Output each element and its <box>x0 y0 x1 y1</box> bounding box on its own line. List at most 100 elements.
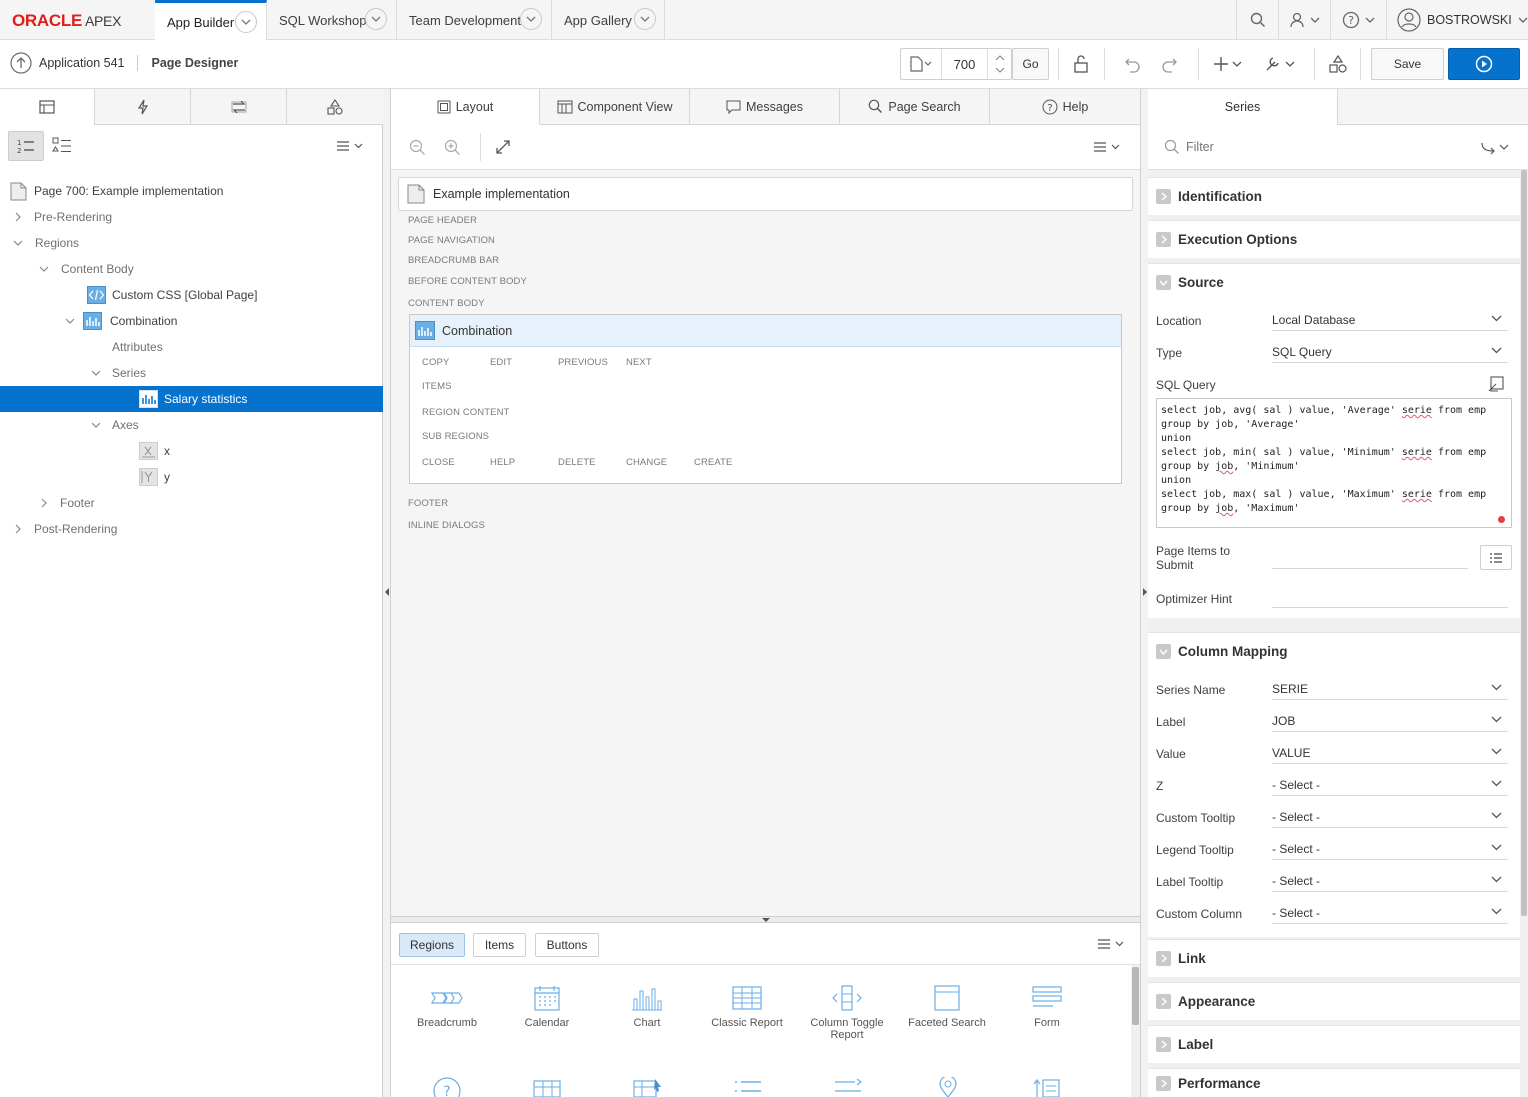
chevron-down-icon[interactable] <box>365 8 387 30</box>
page-items-input[interactable] <box>1272 549 1468 569</box>
gallery-tab-items[interactable]: Items <box>473 933 526 957</box>
region-position-create[interactable]: CREATE <box>694 457 732 468</box>
scrollbar-thumb[interactable] <box>1521 170 1527 916</box>
optimizer-hint-input[interactable] <box>1272 588 1508 608</box>
rendering-tab-icon[interactable] <box>0 89 95 125</box>
chevron-down-icon[interactable] <box>520 8 542 30</box>
value-mapping-select[interactable]: VALUE <box>1272 744 1508 764</box>
tree-node-post-rendering[interactable]: Post-Rendering <box>0 516 383 542</box>
zoom-in-icon[interactable] <box>444 139 461 156</box>
page-number-stepper[interactable] <box>987 49 1012 79</box>
tree-node-combination[interactable]: Combination <box>0 308 383 334</box>
tree-node-content-body[interactable]: Content Body <box>0 256 383 282</box>
region-position-items[interactable]: ITEMS <box>422 381 452 392</box>
utilities-wrench-icon[interactable] <box>1264 54 1298 74</box>
search-icon[interactable] <box>1236 0 1278 40</box>
reflow-report-icon[interactable] <box>1033 1077 1061 1097</box>
tree-view-button[interactable]: 12 <box>8 131 44 161</box>
chevron-right-icon[interactable] <box>1156 994 1171 1009</box>
custom-tooltip-select[interactable]: - Select - <box>1272 808 1508 828</box>
chevron-right-icon[interactable] <box>1156 189 1171 204</box>
label-tooltip-select[interactable]: - Select - <box>1272 872 1508 892</box>
tree-node-axis-x[interactable]: x <box>0 438 383 464</box>
gallery-item-chart[interactable]: Chart <box>597 985 697 1029</box>
tree-node-page[interactable]: Page 700: Example implementation <box>0 178 383 204</box>
list-icon[interactable] <box>733 1079 763 1097</box>
section-link[interactable]: Link <box>1148 939 1520 977</box>
section-performance[interactable]: Performance <box>1148 1068 1520 1097</box>
page-items-list-button[interactable] <box>1480 545 1512 570</box>
save-button[interactable]: Save <box>1371 48 1444 80</box>
processing-tab-icon[interactable] <box>191 89 287 125</box>
section-source[interactable]: Source <box>1148 263 1520 301</box>
dynamic-actions-tab-icon[interactable] <box>95 89 191 125</box>
region-position-region-content[interactable]: REGION CONTENT <box>422 407 509 418</box>
chevron-down-icon[interactable] <box>634 8 656 30</box>
layout-breadcrumb-bar[interactable]: BREADCRUMB BAR <box>408 255 499 266</box>
z-mapping-select[interactable]: - Select - <box>1272 776 1508 796</box>
chevron-down-icon[interactable] <box>13 239 23 247</box>
layout-inline-dialogs[interactable]: INLINE DIALOGS <box>408 520 485 531</box>
region-position-edit[interactable]: EDIT <box>490 357 512 368</box>
gallery-item-classic-report[interactable]: Classic Report <box>697 985 797 1029</box>
chevron-down-icon[interactable] <box>1156 275 1171 290</box>
admin-user-icon[interactable] <box>1278 0 1330 40</box>
chevron-down-icon[interactable] <box>235 11 257 33</box>
layout-content-body[interactable]: CONTENT BODY <box>408 298 485 309</box>
map-pin-icon[interactable] <box>937 1077 959 1097</box>
chevron-down-icon[interactable] <box>65 317 75 325</box>
go-to-group-icon[interactable] <box>1480 141 1512 155</box>
zoom-out-icon[interactable] <box>409 139 426 156</box>
nav-tab-app-builder[interactable]: App Builder <box>155 0 267 41</box>
type-select[interactable]: SQL Query <box>1272 343 1508 363</box>
scrollbar-thumb[interactable] <box>1132 967 1139 1025</box>
go-button[interactable]: Go <box>1012 48 1049 80</box>
chevron-right-icon[interactable] <box>14 212 22 222</box>
chevron-right-icon[interactable] <box>1156 1037 1171 1052</box>
region-position-close[interactable]: CLOSE <box>422 457 455 468</box>
hamburger-menu-icon[interactable] <box>336 140 364 152</box>
page-box[interactable]: Example implementation <box>398 177 1133 211</box>
region-position-copy[interactable]: COPY <box>422 357 449 368</box>
region-position-change[interactable]: CHANGE <box>626 457 667 468</box>
tree-node-attributes[interactable]: Attributes <box>0 334 383 360</box>
help-menu-icon[interactable]: ? <box>1330 0 1386 40</box>
chevron-right-icon[interactable] <box>1156 1075 1171 1091</box>
nav-tab-sql-workshop[interactable]: SQL Workshop <box>267 0 397 40</box>
section-execution-options[interactable]: Execution Options <box>1148 220 1520 258</box>
custom-column-select[interactable]: - Select - <box>1272 904 1508 924</box>
page-shared-components-tab-icon[interactable] <box>287 89 383 125</box>
code-editor-icon[interactable] <box>1488 376 1504 392</box>
combination-region-box[interactable]: Combination COPY EDIT PREVIOUS NEXT ITEM… <box>409 314 1122 484</box>
gallery-scrollbar[interactable] <box>1131 965 1140 1097</box>
create-menu-icon[interactable] <box>1213 55 1245 73</box>
chevron-down-icon[interactable] <box>39 265 49 273</box>
region-position-delete[interactable]: DELETE <box>558 457 596 468</box>
interactive-grid-icon[interactable] <box>533 1079 561 1097</box>
page-number-input[interactable]: 700 <box>941 49 987 79</box>
tree-node-salary-statistics[interactable]: Salary statistics <box>0 386 383 412</box>
chevron-down-icon[interactable] <box>91 369 101 377</box>
property-scrollbar[interactable] <box>1520 170 1528 1097</box>
tree-node-series[interactable]: Series <box>0 360 383 386</box>
section-appearance[interactable]: Appearance <box>1148 982 1520 1020</box>
label-mapping-select[interactable]: JOB <box>1272 712 1508 732</box>
nav-tab-app-gallery[interactable]: App Gallery <box>552 0 665 40</box>
tree-node-pre-rendering[interactable]: Pre-Rendering <box>0 204 383 230</box>
gallery-tab-regions[interactable]: Regions <box>399 933 465 957</box>
gallery-item-column-toggle-report[interactable]: Column Toggle Report <box>797 985 897 1041</box>
redo-icon[interactable] <box>1160 55 1178 73</box>
gallery-item-breadcrumb[interactable]: Breadcrumb <box>397 985 497 1029</box>
undo-icon[interactable] <box>1124 55 1142 73</box>
nav-tab-team-development[interactable]: Team Development <box>397 0 552 40</box>
region-header[interactable]: Combination <box>410 315 1121 347</box>
user-menu[interactable]: BOSTROWSKI <box>1386 0 1528 40</box>
section-label[interactable]: Label <box>1148 1025 1520 1063</box>
application-link[interactable]: Application 541 <box>39 56 124 70</box>
tree-node-axes[interactable]: Axes <box>0 412 383 438</box>
page-icon[interactable] <box>909 56 933 72</box>
tree-node-regions[interactable]: Regions <box>0 230 383 256</box>
chevron-right-icon[interactable] <box>1156 951 1171 966</box>
chevron-right-icon[interactable] <box>14 524 22 534</box>
left-splitter[interactable] <box>383 89 391 1097</box>
